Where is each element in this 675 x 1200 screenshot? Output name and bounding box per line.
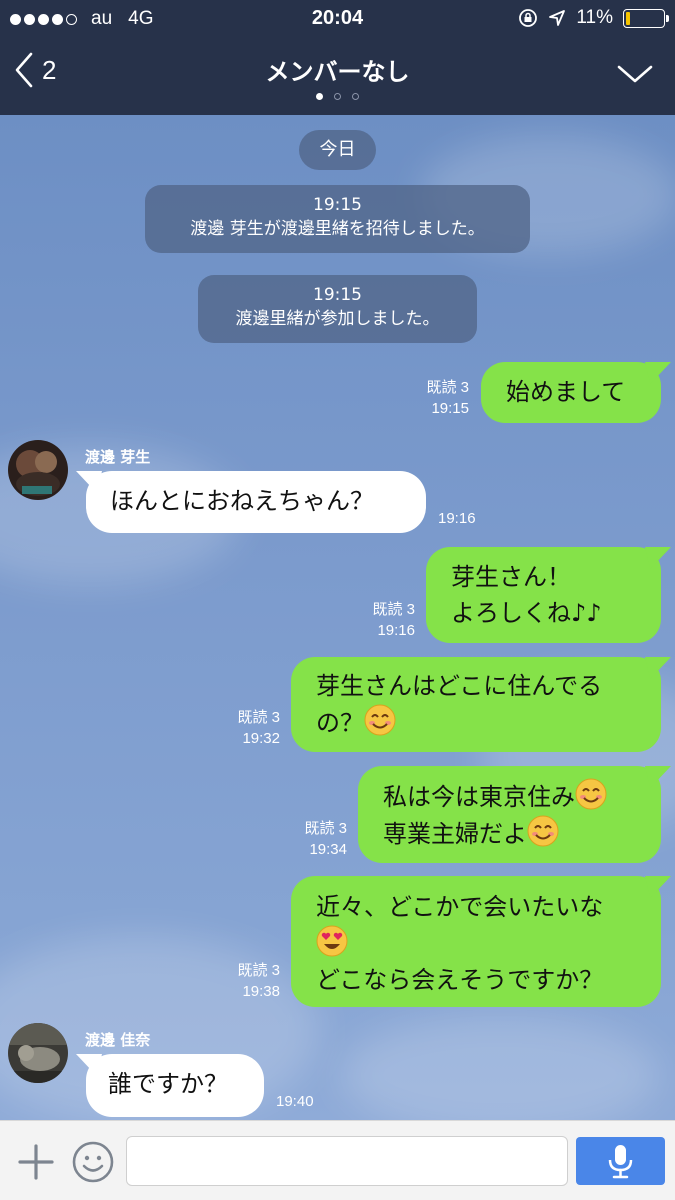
chevron-down-icon	[617, 65, 653, 83]
read-receipt: 既読 3	[237, 962, 280, 979]
sender-name: 渡邊 芽生	[85, 448, 151, 466]
sender-name: 渡邊 佳奈	[85, 1031, 151, 1049]
sticker-button[interactable]	[72, 1141, 114, 1187]
message-time: 19:40	[276, 1093, 314, 1110]
message-meta: 既読 3 19:38	[237, 960, 280, 1002]
rotation-lock-icon	[519, 9, 538, 27]
outgoing-message[interactable]: 芽生さんはどこに住んでる の？	[291, 657, 671, 752]
voice-message-button[interactable]	[576, 1137, 665, 1185]
message-text: 芽生さん！	[451, 563, 571, 591]
read-receipt: 既読 3	[426, 379, 469, 396]
page-dot	[316, 93, 323, 100]
message-meta: 既読 3 19:16	[372, 599, 415, 641]
plus-icon	[18, 1144, 54, 1180]
location-arrow-icon	[549, 10, 566, 26]
message-time: 19:34	[309, 841, 347, 858]
attach-button[interactable]	[17, 1143, 55, 1185]
outgoing-message[interactable]: 私は今は東京住み 専業主婦だよ	[358, 766, 671, 863]
smiling-face-emoji	[575, 778, 607, 810]
smiling-face-emoji	[364, 704, 396, 736]
smiley-icon	[72, 1141, 114, 1183]
message-time: 19:16	[377, 622, 415, 639]
read-receipt: 既読 3	[304, 820, 347, 837]
message-time: 19:15	[431, 400, 469, 417]
system-message: 19:15 渡邊 芽生が渡邊里緒を招待しました。	[145, 185, 530, 253]
message-text: の？	[316, 709, 364, 737]
battery-percent: 11%	[576, 7, 613, 28]
message-text: 始めまして	[506, 378, 626, 406]
message-input[interactable]	[126, 1136, 568, 1186]
microphone-icon	[608, 1145, 633, 1179]
chat-menu-button[interactable]	[617, 64, 653, 88]
avatar[interactable]	[8, 440, 68, 500]
message-text: ほんとにおねえちゃん？	[110, 487, 374, 515]
message-text: 私は今は東京住み	[383, 783, 575, 811]
system-message-time: 19:15	[313, 285, 362, 305]
avatar[interactable]	[8, 1023, 68, 1083]
system-message-text: 渡邊里緒が参加しました。	[235, 309, 440, 329]
outgoing-message[interactable]: 始めまして	[481, 362, 671, 423]
status-bar-right: 11%	[518, 7, 669, 29]
outgoing-message[interactable]: 近々、どこかで会いたいな どこなら会えそうですか？	[291, 876, 671, 1007]
page-indicator	[0, 93, 675, 100]
page-dot	[352, 93, 359, 100]
message-text: よろしくね♪♪	[451, 599, 602, 627]
outgoing-message[interactable]: 芽生さん！ よろしくね♪♪	[426, 547, 671, 643]
message-meta: 既読 3 19:15	[426, 377, 469, 419]
message-time: 19:38	[242, 983, 280, 1000]
page-dot	[334, 93, 341, 100]
status-bar: au 4G 20:04 11%	[0, 0, 675, 38]
message-input-bar	[0, 1120, 675, 1200]
message-meta: 既読 3 19:32	[237, 707, 280, 749]
incoming-message[interactable]: 誰ですか？	[76, 1054, 264, 1117]
message-text: 芽生さんはどこに住んでる	[316, 672, 603, 700]
smiling-face-emoji	[527, 815, 559, 847]
message-text: 近々、どこかで会いたいな	[316, 893, 604, 921]
message-time: 19:32	[242, 730, 280, 747]
message-text: 誰ですか？	[108, 1070, 228, 1098]
message-meta: 既読 3 19:34	[304, 818, 347, 860]
message-time: 19:16	[438, 510, 476, 527]
date-separator: 今日	[299, 130, 376, 170]
message-text: どこなら会えそうですか？	[316, 966, 604, 994]
message-text: 専業主婦だよ	[383, 820, 527, 848]
battery-icon	[623, 8, 669, 28]
heart-eyes-emoji	[316, 925, 348, 957]
incoming-message[interactable]: ほんとにおねえちゃん？	[76, 471, 426, 533]
system-message-text: 渡邊 芽生が渡邊里緒を招待しました。	[190, 219, 485, 239]
read-receipt: 既読 3	[372, 601, 415, 618]
system-message-time: 19:15	[313, 195, 362, 215]
system-message: 19:15 渡邊里緒が参加しました。	[198, 275, 477, 343]
chat-area[interactable]: 今日 19:15 渡邊 芽生が渡邊里緒を招待しました。 19:15 渡邊里緒が参…	[0, 115, 675, 1120]
chat-title: メンバーなし	[265, 58, 410, 86]
read-receipt: 既読 3	[237, 709, 280, 726]
chat-header: 2 メンバーなし	[0, 38, 675, 115]
